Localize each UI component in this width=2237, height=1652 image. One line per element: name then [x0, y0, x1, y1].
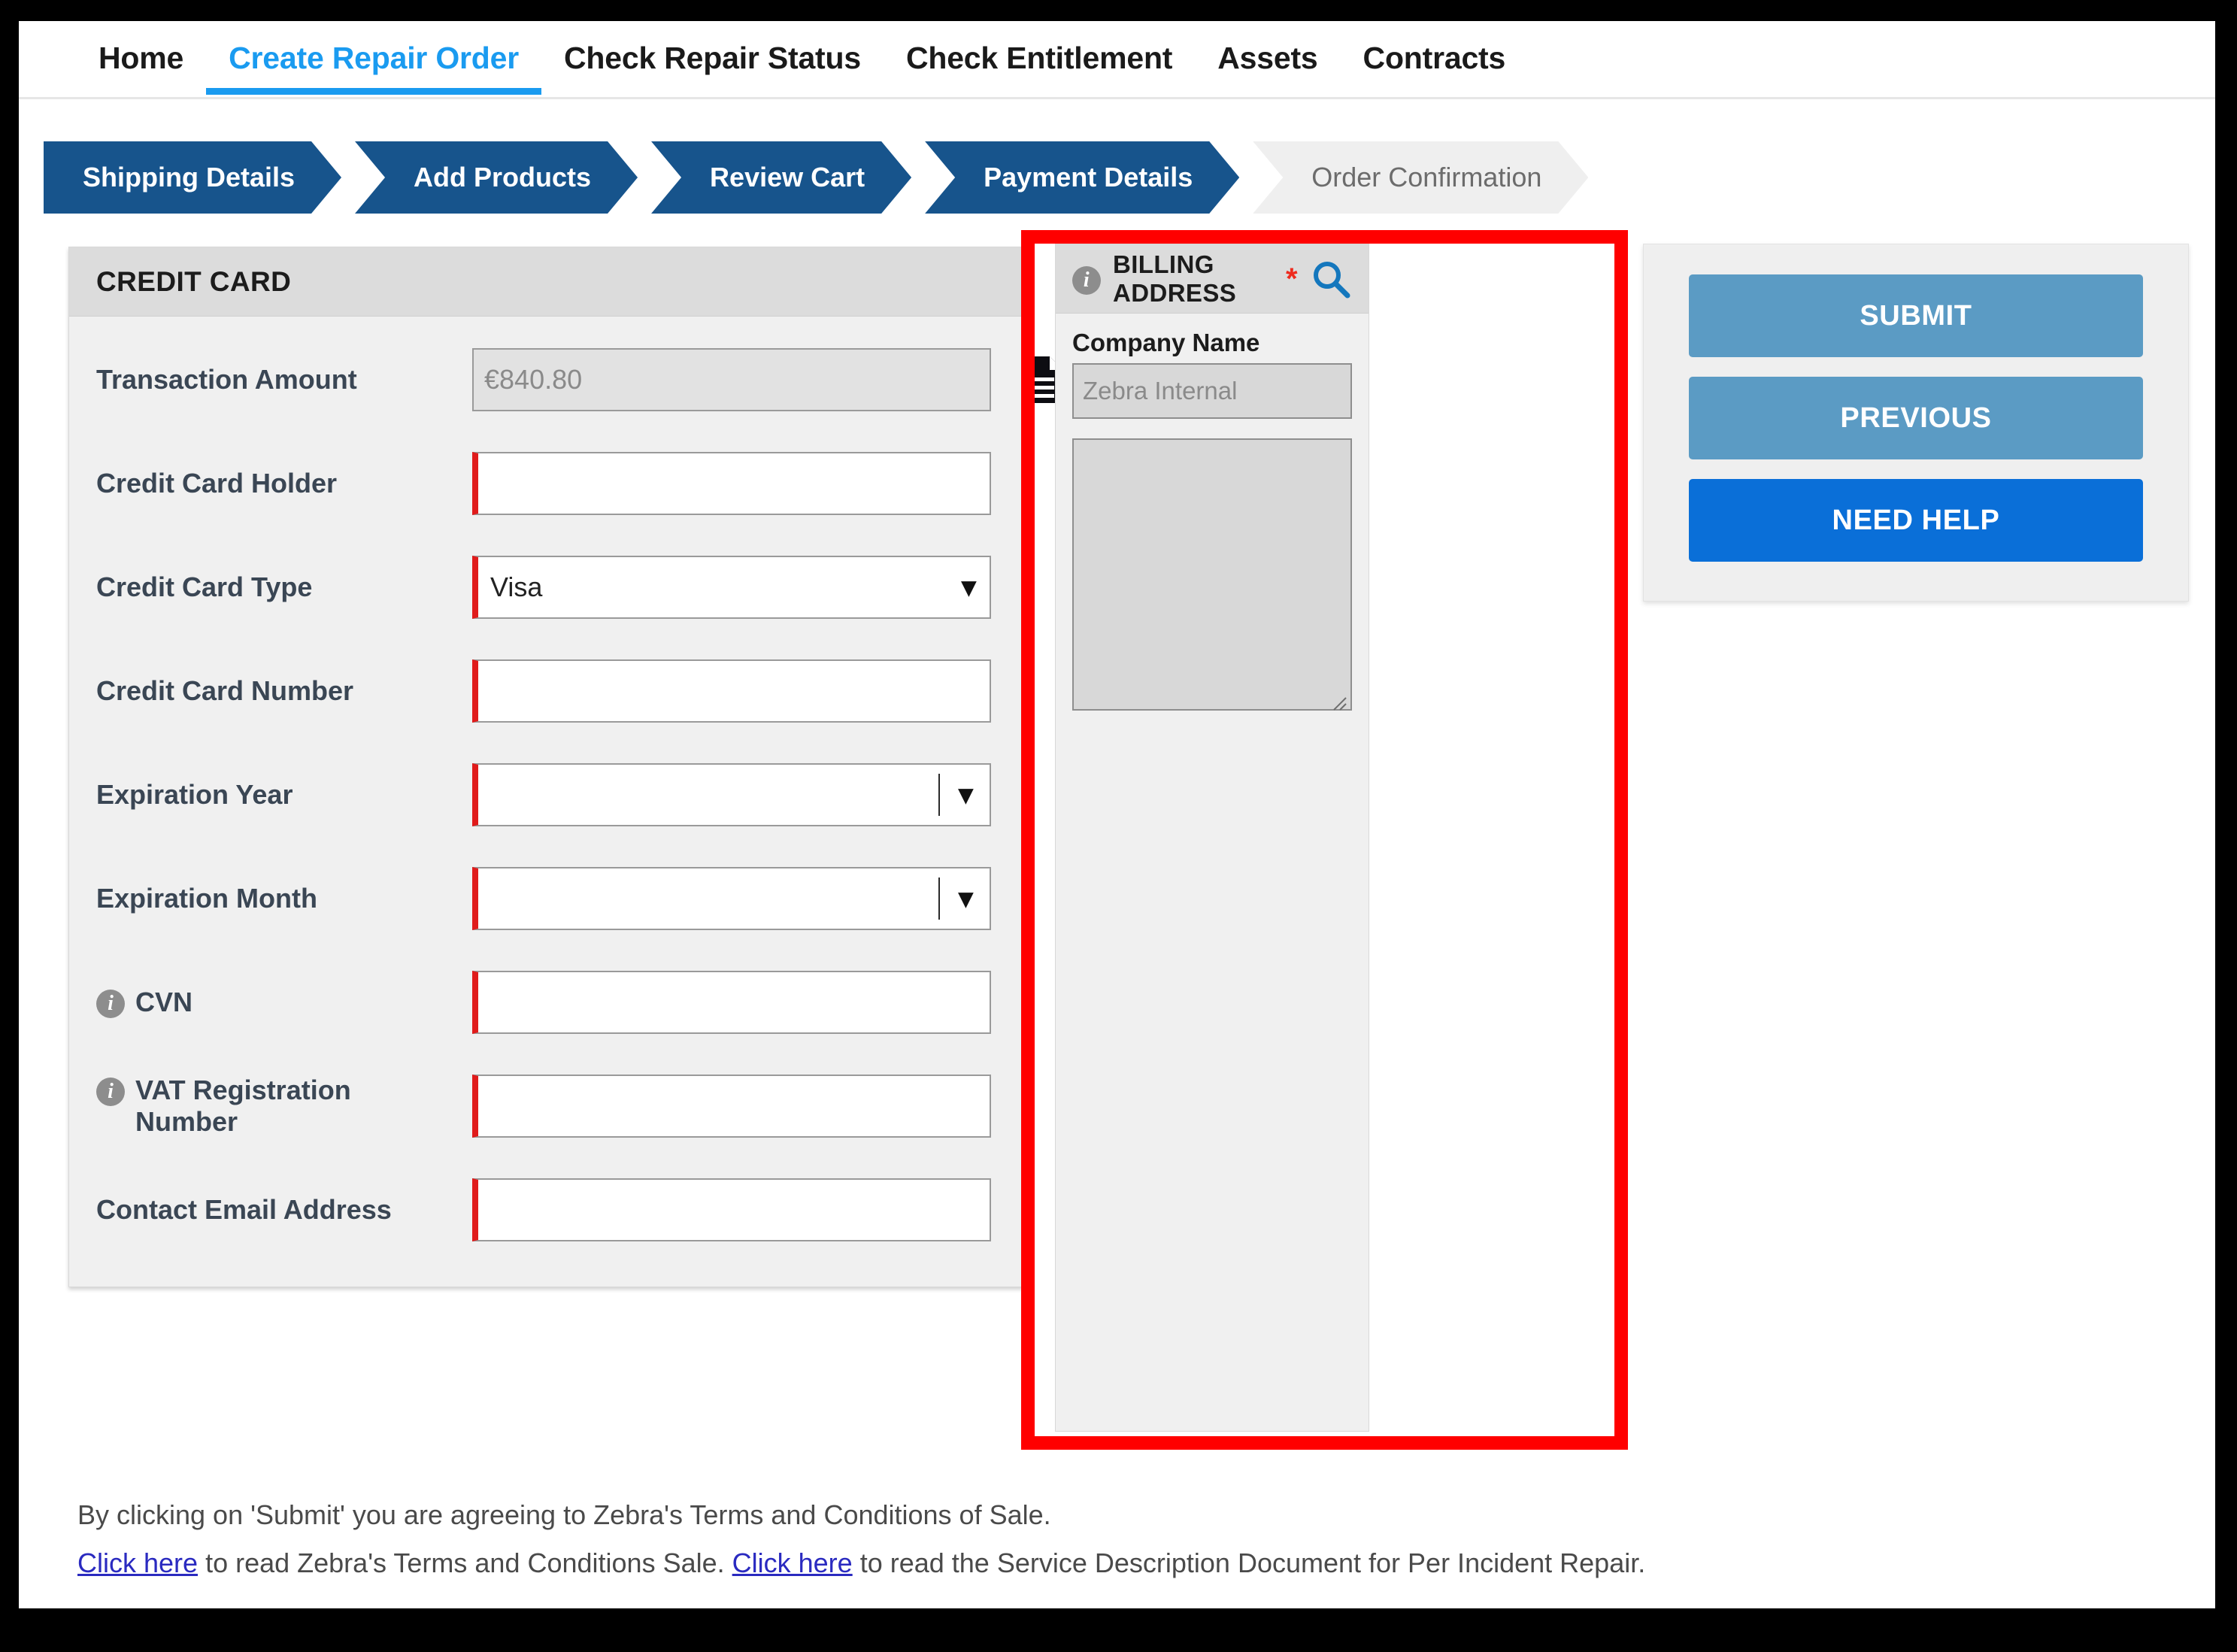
cvn-input[interactable]	[472, 971, 991, 1034]
credit-card-type-value: Visa	[490, 571, 543, 602]
credit-card-number-input[interactable]	[472, 659, 991, 723]
legal-footer: By clicking on 'Submit' you are agreeing…	[19, 1495, 2215, 1591]
label-contact-email-address: Contact Email Address	[96, 1194, 472, 1226]
legal-line-2-mid: to read Zebra's Terms and Conditions Sal…	[198, 1547, 732, 1578]
service-description-link[interactable]: Click here	[732, 1547, 853, 1578]
label-credit-card-type-text: Credit Card Type	[96, 571, 313, 602]
chevron-down-icon: ▾	[958, 779, 973, 811]
chevron-down-icon: ▾	[961, 571, 976, 603]
label-company-name: Company Name	[1072, 329, 1260, 356]
field-row-vat-registration-number: i VAT Registration Number	[96, 1065, 996, 1147]
application-page: Home Create Repair Order Check Repair St…	[19, 21, 2215, 1608]
transaction-amount-input	[472, 348, 991, 411]
label-credit-card-type: Credit Card Type	[96, 571, 472, 603]
label-credit-card-number-text: Credit Card Number	[96, 674, 354, 706]
legal-line-2: Click here to read Zebra's Terms and Con…	[77, 1543, 2215, 1584]
info-icon[interactable]: i	[1072, 265, 1101, 295]
label-credit-card-number: Credit Card Number	[96, 675, 472, 707]
field-row-credit-card-holder: Credit Card Holder	[96, 443, 996, 524]
expiration-year-select[interactable]: ▾	[472, 763, 991, 826]
search-icon[interactable]	[1310, 258, 1352, 300]
nav-item-check-entitlement[interactable]: Check Entitlement	[884, 21, 1195, 92]
credit-card-form: Transaction Amount €840.80 Credit Card H…	[69, 317, 1063, 1287]
label-contact-email-address-text: Contact Email Address	[96, 1193, 392, 1225]
legal-line-1: By clicking on 'Submit' you are agreeing…	[77, 1499, 1051, 1530]
submit-button[interactable]: SUBMIT	[1689, 274, 2143, 357]
nav-item-check-repair-status[interactable]: Check Repair Status	[541, 21, 884, 92]
label-vat-registration-number: i VAT Registration Number	[96, 1075, 472, 1138]
vat-registration-number-input[interactable]	[472, 1075, 991, 1138]
chevron-down-icon: ▾	[958, 883, 973, 914]
label-transaction-amount: Transaction Amount	[96, 364, 472, 396]
info-icon[interactable]: i	[96, 989, 125, 1018]
credit-card-type-select[interactable]: Visa ▾	[472, 556, 991, 619]
billing-address-panel-header: i BILLING ADDRESS *	[1056, 244, 1369, 314]
billing-address-panel: i BILLING ADDRESS * Company Name	[1055, 244, 1369, 1432]
label-transaction-amount-text: Transaction Amount	[96, 363, 357, 395]
contact-email-address-input[interactable]	[472, 1178, 991, 1241]
top-navigation: Home Create Repair Order Check Repair St…	[19, 21, 2215, 99]
field-row-credit-card-type: Credit Card Type Visa ▾	[96, 547, 996, 628]
input-wrap-transaction-amount	[472, 348, 991, 411]
step-add-products[interactable]: Add Products	[355, 141, 638, 214]
step-payment-details[interactable]: Payment Details	[925, 141, 1239, 214]
label-cvn: i CVN	[96, 987, 472, 1018]
label-vat-registration-number-text: VAT Registration Number	[135, 1074, 351, 1137]
legal-line-2-end: to read the Service Description Document…	[852, 1547, 1646, 1578]
label-cvn-text: CVN	[135, 986, 193, 1017]
input-wrap-credit-card-holder	[472, 452, 991, 515]
label-credit-card-holder-text: Credit Card Holder	[96, 467, 338, 499]
payment-details-content: CREDIT CARD Transaction Amount €840.80 C…	[19, 223, 2215, 1486]
credit-card-panel-title: CREDIT CARD	[69, 247, 1023, 317]
step-order-confirmation: Order Confirmation	[1253, 141, 1588, 214]
billing-address-body: Company Name	[1056, 314, 1369, 729]
expiration-month-select[interactable]: ▾	[472, 867, 991, 930]
step-review-cart[interactable]: Review Cart	[651, 141, 911, 214]
need-help-button[interactable]: NEED HELP	[1689, 479, 2143, 562]
label-expiration-year-text: Expiration Year	[96, 778, 293, 810]
label-expiration-year: Expiration Year	[96, 779, 472, 811]
field-row-expiration-month: Expiration Month ▾	[96, 858, 996, 939]
field-row-contact-email-address: Contact Email Address	[96, 1169, 996, 1250]
input-wrap-credit-card-number	[472, 659, 991, 723]
checkout-stepper: Shipping Details Add Products Review Car…	[44, 141, 1602, 214]
billing-address-title: BILLING ADDRESS	[1113, 250, 1237, 307]
label-expiration-month-text: Expiration Month	[96, 882, 317, 914]
field-row-expiration-year: Expiration Year ▾	[96, 754, 996, 835]
billing-address-textarea[interactable]	[1072, 438, 1352, 711]
input-wrap-contact-email-address	[472, 1178, 991, 1241]
screenshot-frame: Home Create Repair Order Check Repair St…	[0, 0, 2237, 1652]
label-expiration-month: Expiration Month	[96, 883, 472, 914]
required-asterisk: *	[1286, 262, 1298, 296]
company-name-input[interactable]	[1072, 363, 1352, 419]
field-row-cvn: i CVN	[96, 962, 996, 1043]
previous-button[interactable]: PREVIOUS	[1689, 377, 2143, 459]
info-icon[interactable]: i	[96, 1077, 125, 1106]
step-shipping-details[interactable]: Shipping Details	[44, 141, 341, 214]
field-row-transaction-amount: Transaction Amount	[96, 339, 1063, 420]
input-wrap-cvn	[472, 971, 991, 1034]
nav-item-create-repair-order[interactable]: Create Repair Order	[206, 21, 541, 95]
nav-item-home[interactable]: Home	[76, 21, 206, 92]
nav-item-contracts[interactable]: Contracts	[1341, 21, 1529, 92]
action-buttons-panel: SUBMIT PREVIOUS NEED HELP	[1643, 244, 2189, 602]
nav-item-assets[interactable]: Assets	[1195, 21, 1340, 92]
credit-card-holder-input[interactable]	[472, 452, 991, 515]
terms-and-conditions-link[interactable]: Click here	[77, 1547, 198, 1578]
field-row-credit-card-number: Credit Card Number	[96, 650, 996, 732]
label-credit-card-holder: Credit Card Holder	[96, 468, 472, 499]
input-wrap-vat-registration-number	[472, 1075, 991, 1138]
credit-card-panel: CREDIT CARD Transaction Amount €840.80 C…	[68, 247, 1063, 1287]
